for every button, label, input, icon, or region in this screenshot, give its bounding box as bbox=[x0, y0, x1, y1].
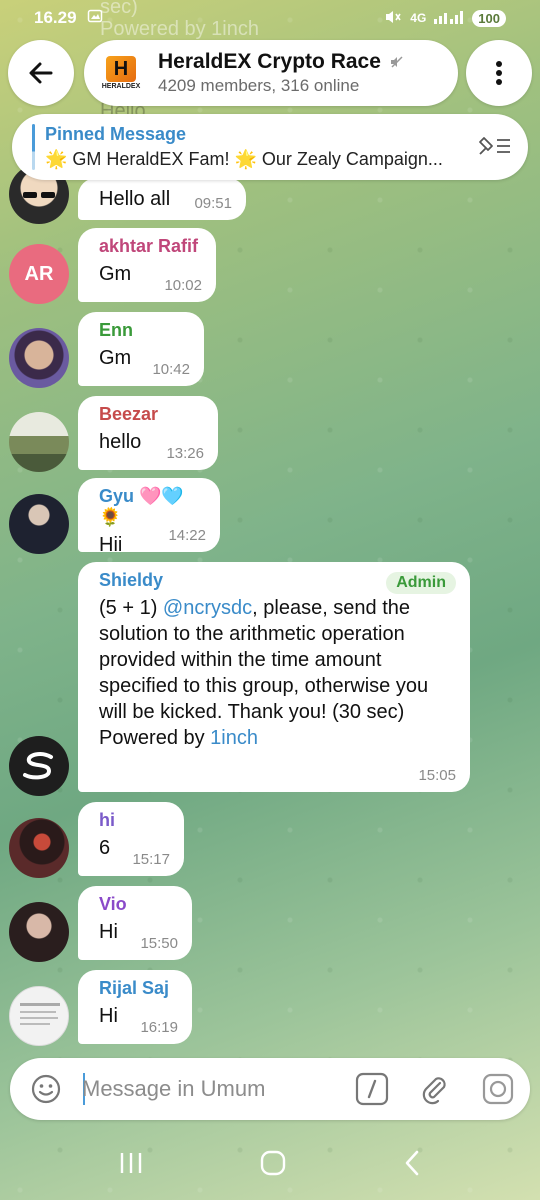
message-bubble[interactable]: Hello all 09:51 bbox=[78, 178, 246, 220]
avatar[interactable] bbox=[9, 902, 69, 962]
camera-button[interactable] bbox=[480, 1071, 516, 1107]
bot-commands-button[interactable] bbox=[354, 1071, 390, 1107]
powered-by-text: Powered by bbox=[99, 727, 211, 749]
message-time: 13:26 bbox=[166, 445, 204, 462]
camera-icon bbox=[482, 1073, 514, 1105]
powered-by-line: Powered by 1inch bbox=[99, 725, 456, 751]
pinned-message-bar[interactable]: Pinned Message 🌟 GM HeraldEX Fam! 🌟 Our … bbox=[12, 114, 528, 180]
recent-apps-button[interactable] bbox=[118, 1151, 144, 1180]
slash-command-icon bbox=[355, 1072, 389, 1106]
shieldy-logo-icon bbox=[23, 752, 53, 780]
avatar[interactable] bbox=[9, 986, 69, 1046]
arrow-left-icon bbox=[29, 62, 53, 84]
chat-title-bar[interactable]: H HERALDEX HeraldEX Crypto Race 4209 mem… bbox=[84, 40, 458, 106]
back-button[interactable] bbox=[8, 40, 74, 106]
network-type: 4G bbox=[410, 11, 427, 25]
signal-icon bbox=[434, 10, 464, 27]
message-time: 10:02 bbox=[164, 277, 202, 294]
message-bubble[interactable]: Vio Hi 15:50 bbox=[78, 886, 192, 960]
message-bubble[interactable]: akhtar Rafif Gm 10:02 bbox=[78, 228, 216, 302]
pinned-indicator bbox=[32, 124, 35, 170]
system-navigation-bar bbox=[0, 1130, 540, 1200]
message-bubble[interactable]: Gyu 🩷🩵🌻 Hii 14:22 bbox=[78, 478, 220, 556]
gallery-notification-icon bbox=[87, 8, 103, 29]
more-options-button[interactable] bbox=[466, 40, 532, 106]
avatar[interactable] bbox=[9, 328, 69, 388]
message-text: (5 + 1) @ncrysdc, please, send the solut… bbox=[99, 595, 456, 725]
message-bubble[interactable]: Enn Gm 10:42 bbox=[78, 312, 204, 386]
message-time: 09:51 bbox=[194, 195, 232, 212]
message-time: 15:50 bbox=[140, 935, 178, 952]
home-icon bbox=[260, 1150, 286, 1175]
attach-button[interactable] bbox=[416, 1071, 452, 1107]
message-input[interactable] bbox=[82, 1068, 352, 1110]
message-time: 10:42 bbox=[152, 361, 190, 378]
sender-name[interactable]: Rijal Saj bbox=[99, 978, 178, 999]
battery-indicator: 100 bbox=[472, 9, 506, 27]
sender-name[interactable]: Gyu 🩷🩵🌻 bbox=[99, 486, 206, 528]
home-button[interactable] bbox=[260, 1150, 286, 1181]
avatar[interactable] bbox=[9, 494, 69, 554]
message-time: 16:19 bbox=[140, 1019, 178, 1036]
pinned-text: 🌟 GM HeraldEX Fam! 🌟 Our Zealy Campaign.… bbox=[45, 149, 443, 169]
pinned-title: Pinned Message bbox=[45, 124, 187, 144]
sender-name[interactable]: hi bbox=[99, 810, 170, 831]
message-bubble[interactable]: Rijal Saj Hi 16:19 bbox=[78, 970, 192, 1044]
chat-header: H HERALDEX HeraldEX Crypto Race 4209 mem… bbox=[0, 40, 540, 106]
nav-back-button[interactable] bbox=[402, 1150, 422, 1181]
avatar[interactable]: AR bbox=[9, 244, 69, 304]
group-title: HeraldEX Crypto Race bbox=[158, 50, 381, 73]
message-time: 15:05 bbox=[418, 767, 456, 784]
status-bar: 16.29 4G 100 bbox=[0, 0, 540, 36]
message-bubble[interactable]: hi 6 15:17 bbox=[78, 802, 184, 876]
member-count: 4209 members, 316 online bbox=[158, 76, 360, 95]
message-text-part: (5 + 1) bbox=[99, 597, 163, 619]
smiley-icon bbox=[31, 1074, 61, 1104]
sender-name[interactable]: Vio bbox=[99, 894, 178, 915]
avatar[interactable] bbox=[9, 736, 69, 796]
user-mention-link[interactable]: @ncrysdc bbox=[163, 597, 252, 619]
sender-name[interactable]: akhtar Rafif bbox=[99, 236, 202, 257]
avatar[interactable] bbox=[9, 818, 69, 878]
paperclip-icon bbox=[422, 1077, 446, 1105]
more-vertical-icon bbox=[496, 61, 502, 85]
avatar[interactable] bbox=[9, 412, 69, 472]
recent-apps-icon bbox=[120, 1152, 142, 1173]
pinned-list-icon[interactable] bbox=[476, 134, 512, 163]
sender-name[interactable]: Enn bbox=[99, 320, 190, 341]
powered-by-link[interactable]: 1inch bbox=[210, 727, 258, 749]
chevron-left-icon bbox=[405, 1150, 419, 1175]
message-bubble[interactable]: Shieldy Admin (5 + 1) @ncrysdc, please, … bbox=[78, 562, 470, 792]
message-composer bbox=[10, 1058, 530, 1120]
emoji-button[interactable] bbox=[28, 1071, 64, 1107]
message-time: 14:22 bbox=[168, 527, 206, 544]
heraldex-logo-icon: H bbox=[106, 56, 136, 82]
muted-icon bbox=[390, 56, 403, 68]
admin-badge: Admin bbox=[386, 572, 456, 594]
logo-wordmark: HERALDEX bbox=[101, 83, 141, 90]
message-time: 15:17 bbox=[132, 851, 170, 868]
mute-status-icon bbox=[384, 9, 402, 28]
group-avatar[interactable]: H HERALDEX bbox=[96, 48, 146, 98]
status-time: 16.29 bbox=[34, 8, 77, 27]
sender-name[interactable]: Beezar bbox=[99, 404, 204, 425]
message-bubble[interactable]: Beezar hello 13:26 bbox=[78, 396, 218, 470]
